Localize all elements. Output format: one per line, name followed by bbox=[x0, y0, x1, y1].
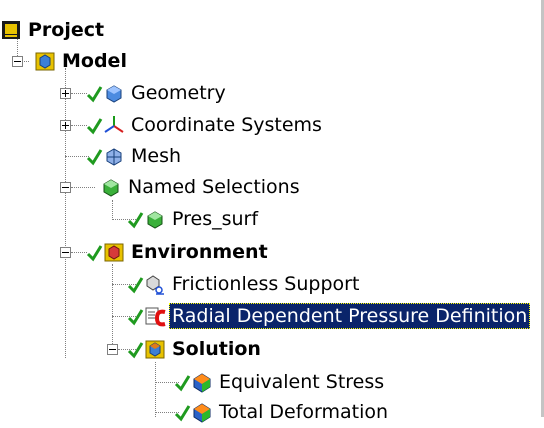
tree-node-total-deformation[interactable]: Total Deformation bbox=[174, 397, 391, 427]
tree-node-frictionless-support[interactable]: Frictionless Support bbox=[127, 269, 362, 299]
tree-node-label[interactable]: Pres_surf bbox=[169, 206, 261, 232]
tree-node-pres-surf[interactable]: Pres_surf bbox=[127, 204, 261, 234]
tree-node-named-selections[interactable]: Named Selections bbox=[100, 172, 303, 202]
minus-icon bbox=[14, 61, 21, 62]
tree-line bbox=[155, 362, 156, 417]
check-icon bbox=[127, 306, 144, 326]
tree-node-environment[interactable]: Environment bbox=[86, 237, 271, 267]
solution-icon bbox=[144, 338, 166, 360]
tree-node-label[interactable]: Geometry bbox=[128, 80, 229, 106]
check-icon bbox=[127, 339, 144, 359]
project-icon bbox=[0, 19, 22, 41]
named-selections-icon bbox=[100, 176, 122, 198]
geometry-icon bbox=[103, 82, 125, 104]
tree-line bbox=[65, 68, 66, 358]
check-icon bbox=[127, 274, 144, 294]
named-selection-icon bbox=[144, 208, 166, 230]
tree-node-equivalent-stress[interactable]: Equivalent Stress bbox=[174, 367, 387, 397]
tree-node-label[interactable]: Frictionless Support bbox=[169, 271, 362, 297]
tree-node-project[interactable]: Project bbox=[0, 15, 107, 45]
minus-icon bbox=[62, 252, 69, 253]
tree-line bbox=[71, 125, 87, 126]
check-icon bbox=[86, 83, 103, 103]
collapse-solution-button[interactable] bbox=[107, 344, 118, 355]
mesh-icon bbox=[103, 145, 125, 167]
expand-geometry-button[interactable] bbox=[60, 88, 71, 99]
minus-icon bbox=[109, 349, 116, 350]
tree-node-label[interactable]: Mesh bbox=[128, 143, 184, 169]
minus-icon bbox=[62, 187, 69, 188]
check-icon bbox=[174, 402, 191, 422]
check-icon bbox=[86, 242, 103, 262]
tree-line bbox=[71, 93, 87, 94]
collapse-environment-button[interactable] bbox=[60, 247, 71, 258]
tree-node-label[interactable]: Total Deformation bbox=[216, 399, 391, 425]
command-snippet-icon bbox=[144, 305, 166, 327]
total-deformation-icon bbox=[191, 401, 213, 423]
collapse-named-selections-button[interactable] bbox=[60, 182, 71, 193]
tree-node-geometry[interactable]: Geometry bbox=[86, 78, 229, 108]
tree-line bbox=[71, 187, 95, 188]
plus-icon bbox=[62, 122, 69, 129]
expand-coordinate-systems-button[interactable] bbox=[60, 120, 71, 131]
check-icon bbox=[86, 115, 103, 135]
tree-node-label[interactable]: Solution bbox=[169, 336, 264, 362]
frictionless-support-icon bbox=[144, 273, 166, 295]
tree-node-mesh[interactable]: Mesh bbox=[86, 141, 184, 171]
tree-node-coordinate-systems[interactable]: Coordinate Systems bbox=[86, 110, 325, 140]
model-icon bbox=[34, 50, 56, 72]
tree-node-solution[interactable]: Solution bbox=[127, 334, 264, 364]
environment-icon bbox=[103, 241, 125, 263]
project-tree[interactable]: Project Model Geometry Coordinate System… bbox=[0, 0, 544, 423]
tree-node-model[interactable]: Model bbox=[34, 46, 130, 76]
check-icon bbox=[86, 146, 103, 166]
tree-line bbox=[112, 264, 113, 354]
tree-node-label[interactable]: Equivalent Stress bbox=[216, 369, 387, 395]
check-icon bbox=[127, 209, 144, 229]
collapse-model-button[interactable] bbox=[12, 56, 23, 67]
tree-node-label[interactable]: Coordinate Systems bbox=[128, 112, 325, 138]
coordinate-systems-icon bbox=[103, 114, 125, 136]
equivalent-stress-icon bbox=[191, 371, 213, 393]
tree-node-label[interactable]: Model bbox=[59, 48, 130, 74]
tree-node-label[interactable]: Radial Dependent Pressure Definition bbox=[169, 303, 531, 329]
tree-line bbox=[112, 200, 113, 220]
tree-line bbox=[71, 252, 87, 253]
tree-node-label[interactable]: Named Selections bbox=[125, 174, 303, 200]
tree-node-label[interactable]: Project bbox=[25, 17, 107, 43]
tree-node-label[interactable]: Environment bbox=[128, 239, 271, 265]
tree-node-radial-dependent-pressure-definition[interactable]: Radial Dependent Pressure Definition bbox=[127, 301, 531, 331]
check-icon bbox=[174, 372, 191, 392]
plus-icon bbox=[62, 90, 69, 97]
